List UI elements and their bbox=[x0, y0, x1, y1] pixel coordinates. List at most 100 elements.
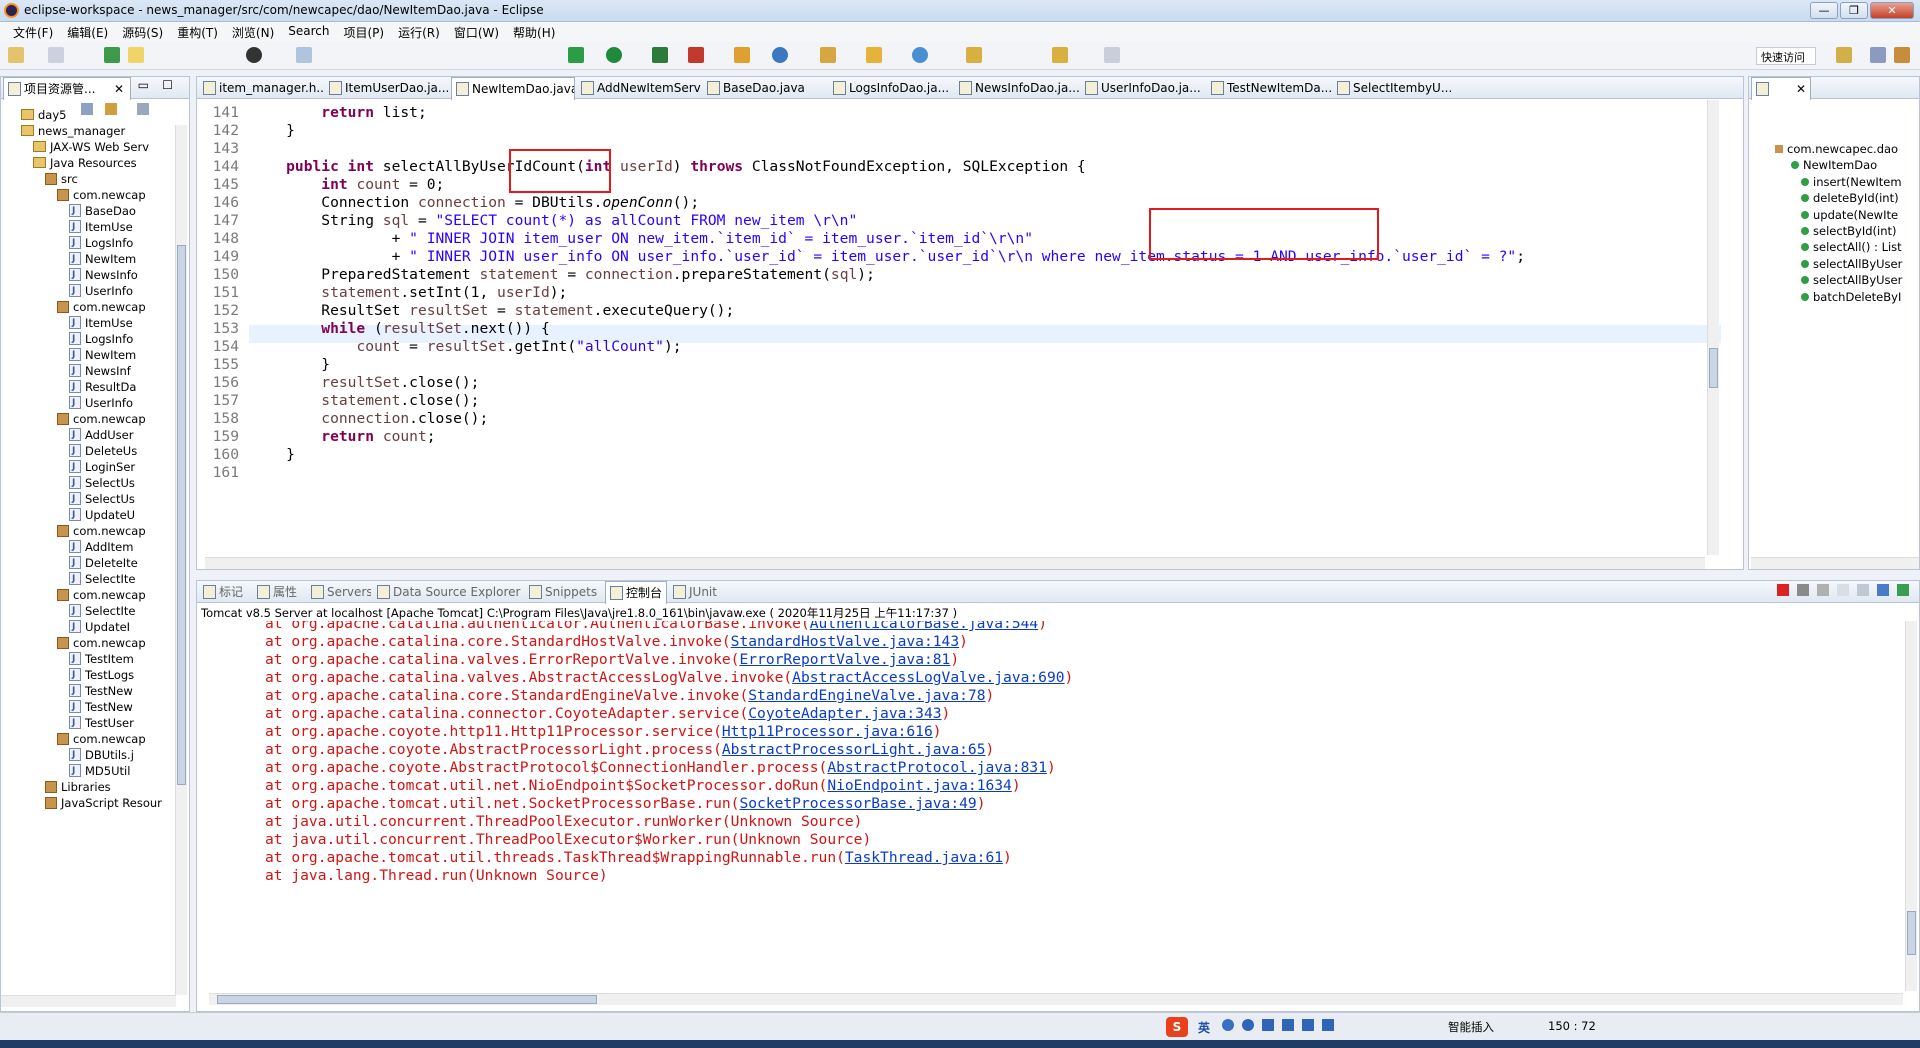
tree-item[interactable]: src bbox=[45, 171, 171, 187]
bottom-tab[interactable]: 标记 bbox=[199, 581, 251, 603]
explorer-hscrollbar[interactable] bbox=[1, 995, 176, 1007]
editor-vscrollbar[interactable] bbox=[1707, 100, 1719, 555]
menu-refactor[interactable]: 重构(T) bbox=[170, 22, 225, 42]
pin-console-icon[interactable] bbox=[1877, 584, 1889, 596]
menu-window[interactable]: 窗口(W) bbox=[447, 22, 506, 42]
next-annotation-icon[interactable] bbox=[966, 47, 982, 63]
outline-tab[interactable]: ✕ bbox=[1751, 77, 1811, 100]
stack-frame-link[interactable]: StandardHostValve.java:143 bbox=[731, 633, 959, 650]
tree-item[interactable]: Java Resources bbox=[33, 155, 171, 171]
terminal-icon[interactable] bbox=[296, 47, 312, 63]
explorer-scroll-thumb[interactable] bbox=[177, 245, 186, 785]
bottom-tab[interactable]: Snippets bbox=[525, 581, 603, 603]
stack-frame-link[interactable]: AuthenticatorBase.java:544 bbox=[810, 621, 1038, 632]
outline-hscrollbar[interactable] bbox=[1751, 557, 1919, 569]
bottom-tab[interactable]: Servers bbox=[307, 581, 371, 603]
pin-icon[interactable] bbox=[104, 47, 120, 63]
web-browser-icon[interactable] bbox=[912, 47, 928, 63]
stack-frame-link[interactable]: CoyoteAdapter.java:343 bbox=[748, 705, 941, 722]
debug-icon[interactable] bbox=[246, 47, 262, 63]
close-outline-icon[interactable]: ✕ bbox=[1796, 78, 1806, 100]
outline-item[interactable]: selectAllByUser bbox=[1801, 272, 1919, 288]
search-icon[interactable] bbox=[866, 47, 882, 63]
tree-item[interactable]: LogsInfo bbox=[69, 235, 171, 251]
keyboard-icon[interactable] bbox=[1282, 1019, 1294, 1031]
external-tools-icon[interactable] bbox=[688, 47, 704, 63]
editor-tab[interactable]: NewsInfoDao.ja... bbox=[955, 77, 1079, 99]
run-icon[interactable] bbox=[606, 47, 622, 63]
explorer-vscrollbar[interactable] bbox=[175, 125, 187, 995]
outline-item[interactable]: com.newcapec.dao bbox=[1775, 141, 1919, 157]
tree-item[interactable]: com.newcap bbox=[57, 523, 171, 539]
tree-item[interactable]: AddUser bbox=[69, 427, 171, 443]
tree-item[interactable]: AddItem bbox=[69, 539, 171, 555]
terminate-icon[interactable] bbox=[1777, 584, 1789, 596]
stack-frame-link[interactable]: NioEndpoint.java:1634 bbox=[827, 777, 1012, 794]
tree-item[interactable]: LogsInfo bbox=[69, 331, 171, 347]
remove-launch-icon[interactable] bbox=[1797, 584, 1809, 596]
editor-tab[interactable]: ItemUserDao.ja... bbox=[325, 77, 449, 99]
close-tab-icon[interactable]: ✕ bbox=[114, 78, 124, 100]
new-icon[interactable] bbox=[8, 47, 24, 63]
tree-item[interactable]: TestNew bbox=[69, 683, 171, 699]
code-area[interactable]: 141 142 143 144 145 146 147 148 149 150 151 152 153 1… bbox=[197, 100, 1721, 560]
console-scroll-thumb[interactable] bbox=[1907, 911, 1916, 955]
edit-icon[interactable] bbox=[128, 47, 144, 63]
bug-icon[interactable] bbox=[568, 47, 584, 63]
clear-console-icon[interactable] bbox=[1837, 584, 1849, 596]
tree-item[interactable]: NewItem bbox=[69, 347, 171, 363]
outline-item[interactable]: deleteById(int) bbox=[1801, 190, 1919, 206]
tree-item[interactable]: news_manager bbox=[21, 123, 171, 139]
maximize-button[interactable]: ❐ bbox=[1840, 2, 1868, 19]
java-perspective-icon[interactable] bbox=[1894, 47, 1910, 63]
tree-item[interactable]: com.newcap bbox=[57, 411, 171, 427]
editor-tab[interactable]: TestNewItemDa... bbox=[1207, 77, 1331, 99]
editor-tab[interactable]: item_manager.h... bbox=[199, 77, 323, 99]
tree-item[interactable]: com.newcap bbox=[57, 299, 171, 315]
tree-item[interactable]: DeleteUs bbox=[69, 443, 171, 459]
menu-search[interactable]: Search bbox=[281, 22, 336, 42]
bottom-tab[interactable]: JUnit bbox=[669, 581, 729, 603]
stack-frame-link[interactable]: Http11Processor.java:616 bbox=[722, 723, 933, 740]
emoji-icon[interactable] bbox=[1242, 1019, 1254, 1031]
stack-frame-link[interactable]: ErrorReportValve.java:81 bbox=[739, 651, 950, 668]
tree-item[interactable]: SelectUs bbox=[69, 475, 171, 491]
tree-item[interactable]: JAX-WS Web Serv bbox=[33, 139, 171, 155]
globe-icon[interactable] bbox=[772, 47, 788, 63]
editor-tab[interactable]: UserInfoDao.ja... bbox=[1081, 77, 1205, 99]
tree-item[interactable]: UpdateU bbox=[69, 507, 171, 523]
stack-frame-link[interactable]: SocketProcessorBase.java:49 bbox=[739, 795, 976, 812]
console-hscrollbar[interactable] bbox=[209, 993, 1903, 1005]
toolbox-icon[interactable] bbox=[1322, 1019, 1334, 1031]
tree-item[interactable]: UserInfo bbox=[69, 283, 171, 299]
tree-item[interactable]: ResultDa bbox=[69, 379, 171, 395]
display-console-icon[interactable] bbox=[1897, 584, 1909, 596]
console-output[interactable]: at org.apache.catalina.authenticator.Aut… bbox=[197, 621, 1897, 991]
tree-item[interactable]: LoginSer bbox=[69, 459, 171, 475]
forward-icon[interactable] bbox=[1104, 47, 1120, 63]
microphone-icon[interactable] bbox=[1262, 1019, 1274, 1031]
project-explorer-tab[interactable]: 项目资源管... ✕ bbox=[3, 77, 131, 100]
stack-frame-link[interactable]: AbstractAccessLogValve.java:690 bbox=[792, 669, 1064, 686]
menu-project[interactable]: 项目(P) bbox=[337, 22, 392, 42]
tree-item[interactable]: UpdateI bbox=[69, 619, 171, 635]
menu-run[interactable]: 运行(R) bbox=[391, 22, 447, 42]
stack-frame-link[interactable]: AbstractProtocol.java:831 bbox=[827, 759, 1047, 776]
outline-item[interactable]: batchDeleteByI bbox=[1801, 289, 1919, 305]
quick-access-input[interactable]: 快速访问 bbox=[1756, 47, 1816, 65]
tree-item[interactable]: SelectIte bbox=[69, 571, 171, 587]
scroll-lock-icon[interactable] bbox=[1857, 584, 1869, 596]
menu-source[interactable]: 源码(S) bbox=[115, 22, 170, 42]
editor-scroll-thumb[interactable] bbox=[1709, 348, 1718, 388]
tree-item[interactable]: com.newcap bbox=[57, 187, 171, 203]
tree-item[interactable]: DBUtils.j bbox=[69, 747, 171, 763]
editor-tab[interactable]: AddNewItemServlet... bbox=[577, 77, 701, 99]
tree-item[interactable]: Libraries bbox=[45, 779, 171, 795]
menu-file[interactable]: 文件(F) bbox=[6, 22, 60, 42]
tree-item[interactable]: ItemUse bbox=[69, 219, 171, 235]
close-button[interactable]: ✕ bbox=[1870, 2, 1914, 19]
punctuation-icon[interactable] bbox=[1222, 1019, 1234, 1031]
bottom-tab[interactable]: 属性 bbox=[253, 581, 305, 603]
skin-icon[interactable] bbox=[1302, 1019, 1314, 1031]
menu-help[interactable]: 帮助(H) bbox=[506, 22, 562, 42]
